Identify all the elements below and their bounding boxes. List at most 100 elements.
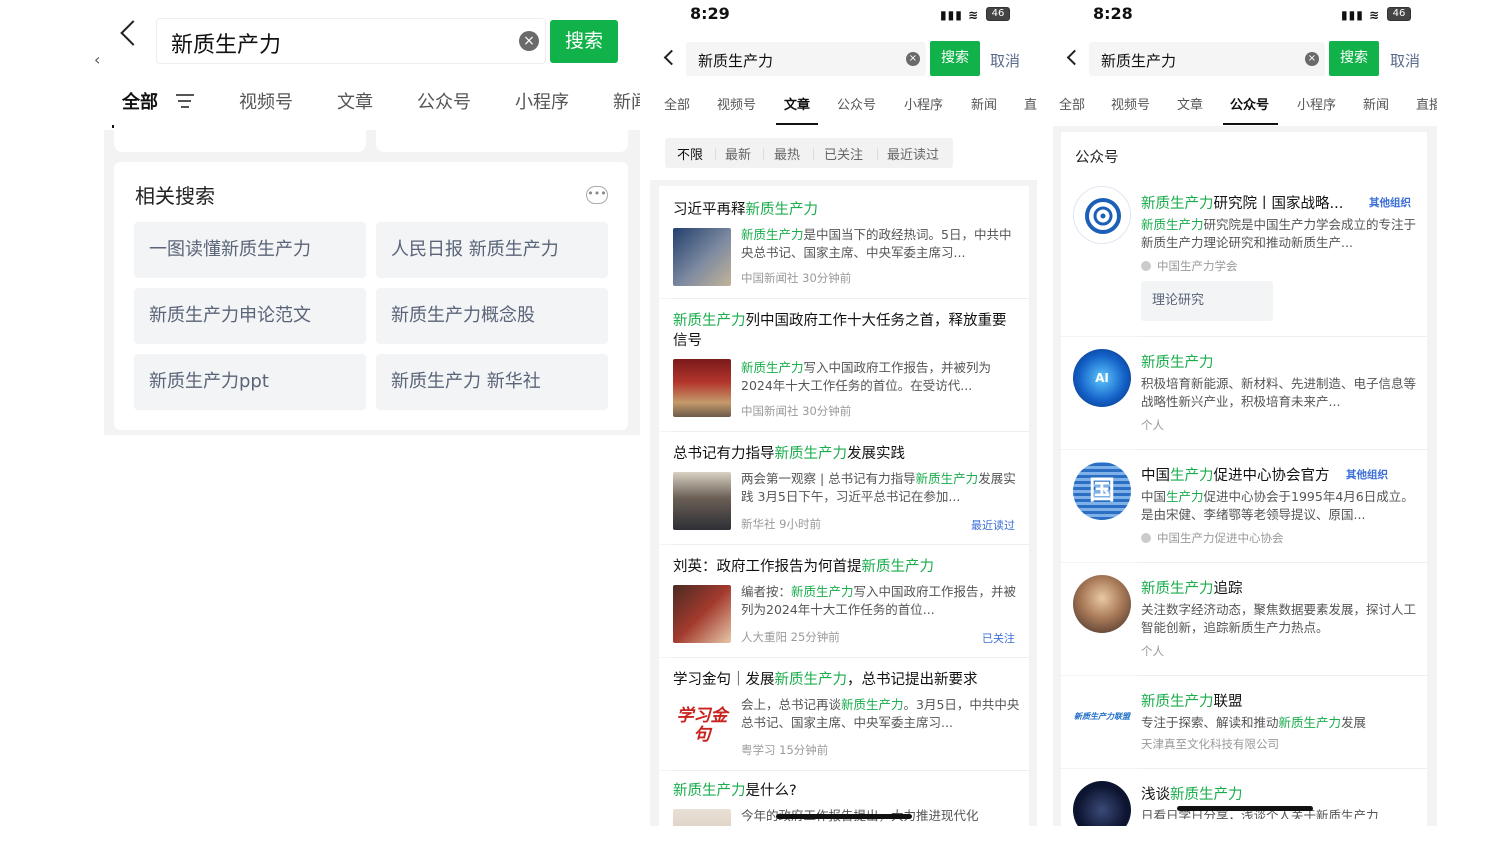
article-title: 新质生产力是什么? (673, 783, 797, 799)
account-avatar (1073, 781, 1131, 826)
signal-icon: ▮▮▮ ≋ (1341, 8, 1381, 22)
swirl-logo-icon (1085, 198, 1121, 234)
search-box[interactable]: 新质生产力 × (1089, 42, 1325, 76)
followed-badge: 已关注 (982, 632, 1015, 645)
active-tab-underline (1223, 123, 1278, 125)
filter-icon[interactable] (176, 94, 194, 108)
account-name: 新质生产力追踪 (1141, 581, 1243, 597)
left-search-panel: ‹ 新质生产力 × 搜索 全部 视频号 文章 公众号 小程序 新闻 相关搜索 •… (94, 0, 640, 440)
filter-bar: 不限 最新 最热 已关注 最近读过 (665, 138, 953, 168)
article-thumbnail (673, 809, 731, 826)
tab-articles[interactable]: 文章 (784, 94, 810, 113)
article-thumbnail: 学习金句 (673, 698, 731, 756)
related-search-item[interactable]: 新质生产力ppt (134, 354, 366, 410)
account-item[interactable]: 新质生产力研究院丨国家战略... 其他组织 新质生产力研究院是中国生产力学会成立… (1061, 176, 1427, 336)
tab-miniprograms[interactable]: 小程序 (1297, 94, 1336, 113)
tab-accounts[interactable]: 公众号 (837, 94, 876, 113)
article-title: 学习金句｜发展新质生产力，总书记提出新要求 (673, 672, 978, 688)
tab-bar: 全部 视频号 文章 公众号 小程序 新闻 直播 (1053, 90, 1437, 126)
tab-live[interactable]: 直播 (1416, 94, 1437, 113)
article-snippet: 两会第一观察 | 总书记有力指导新质生产力发展实践 3月5日下午，习近平总书记在… (741, 471, 1016, 504)
signal-icon: ▮▮▮ ≋ (940, 8, 980, 22)
back-icon[interactable] (1066, 49, 1083, 66)
article-thumbnail (673, 228, 731, 286)
article-snippet: 编者按：新质生产力写入中国政府工作报告，并被列为2024年十大工作任务的首位..… (741, 584, 1017, 617)
tab-all[interactable]: 全部 (122, 88, 158, 114)
search-header: ‹ 新质生产力 × 搜索 (94, 0, 640, 80)
back-icon[interactable] (663, 49, 680, 66)
tab-miniprograms[interactable]: 小程序 (904, 94, 943, 113)
tab-all[interactable]: 全部 (1059, 94, 1085, 113)
search-box[interactable]: 新质生产力 × (156, 18, 546, 64)
tab-articles[interactable]: 文章 (337, 88, 373, 114)
article-item[interactable]: 习近平再释新质生产力 新质生产力是中国当下的政经热词。5日，中共中央总书记、国家… (659, 186, 1029, 298)
tab-channels[interactable]: 视频号 (239, 88, 293, 114)
account-item[interactable]: 国 中国生产力促进中心协会官方 其他组织 中国生产力促进中心协会于1995年4月… (1061, 450, 1427, 562)
filter-separator (877, 148, 878, 160)
account-item[interactable]: AI 新质生产力 积极培育新能源、新材料、先进制造、电子信息等战略性新兴产业，积… (1061, 337, 1427, 449)
article-item[interactable]: 总书记有力指导新质生产力发展实践 两会第一观察 | 总书记有力指导新质生产力发展… (659, 432, 1029, 544)
filter-recent[interactable]: 最近读过 (887, 144, 939, 163)
search-button[interactable]: 搜索 (930, 41, 980, 76)
tag-chip[interactable]: 理论研究 (1141, 281, 1273, 321)
tab-channels[interactable]: 视频号 (1111, 94, 1150, 113)
filter-separator (813, 148, 814, 160)
related-search-item[interactable]: 新质生产力申论范文 (134, 288, 366, 344)
clear-icon[interactable]: × (1305, 52, 1319, 66)
account-item[interactable]: 新质生产力联盟 新质生产力联盟 专注于探索、解读和推动新质生产力发展 天津真至文… (1061, 676, 1427, 768)
tab-accounts[interactable]: 公众号 (417, 88, 471, 114)
account-item[interactable]: 浅谈新质生产力 日看日学日分享，浅谈个人关于新质生产力 (1061, 769, 1427, 826)
account-name: 浅谈新质生产力 (1141, 787, 1243, 803)
ellipsis-icon[interactable]: ••• (586, 186, 608, 204)
search-button[interactable]: 搜索 (550, 20, 618, 63)
battery-icon: 46 (986, 7, 1010, 21)
search-query[interactable]: 新质生产力 (698, 50, 773, 71)
account-meta: 天津真至文化科技有限公司 (1141, 737, 1279, 751)
related-search-item[interactable]: 一图读懂新质生产力 (134, 222, 366, 278)
article-item[interactable]: 新质生产力列中国政府工作十大任务之首，释放重要信号 新质生产力写入中国政府工作报… (659, 299, 1029, 431)
filter-latest[interactable]: 最新 (725, 144, 751, 163)
cancel-button[interactable]: 取消 (1390, 50, 1420, 71)
search-query[interactable]: 新质生产力 (1101, 50, 1176, 71)
tab-miniprograms[interactable]: 小程序 (515, 88, 569, 114)
account-name: 新质生产力 (1141, 355, 1214, 371)
tab-live[interactable]: 直 (1024, 94, 1037, 113)
tab-accounts[interactable]: 公众号 (1230, 94, 1269, 113)
clear-icon[interactable]: × (906, 52, 920, 66)
article-meta: 新华社 9小时前 (741, 517, 821, 531)
results-area: 相关搜索 ••• 一图读懂新质生产力 人民日报 新质生产力 新质生产力申论范文 … (104, 122, 640, 435)
tab-channels[interactable]: 视频号 (717, 94, 756, 113)
search-button[interactable]: 搜索 (1329, 41, 1379, 76)
account-desc: 关注数字经济动态，聚焦数据要素发展，探讨人工智能创新，追踪新质生产力热点。 (1141, 602, 1417, 635)
related-search-item[interactable]: 新质生产力概念股 (376, 288, 608, 344)
tab-news[interactable]: 新闻 (613, 88, 640, 114)
filter-followed[interactable]: 已关注 (824, 144, 863, 163)
tab-articles[interactable]: 文章 (1177, 94, 1203, 113)
back-icon[interactable] (120, 20, 146, 46)
filter-hot[interactable]: 最热 (774, 144, 800, 163)
account-item[interactable]: 新质生产力追踪 关注数字经济动态，聚焦数据要素发展，探讨人工智能创新，追踪新质生… (1061, 563, 1427, 675)
tab-news[interactable]: 新闻 (971, 94, 997, 113)
related-search-item[interactable]: 人民日报 新质生产力 (376, 222, 608, 278)
tab-news[interactable]: 新闻 (1363, 94, 1389, 113)
cancel-button[interactable]: 取消 (990, 50, 1020, 71)
related-search-title: 相关搜索 (135, 184, 215, 208)
account-desc: 中国生产力促进中心协会于1995年4月6日成立。是由宋健、李绪鄂等老领导提议、原… (1141, 489, 1414, 522)
tab-all[interactable]: 全部 (664, 94, 690, 113)
account-avatar: 国 (1073, 462, 1131, 520)
account-results-phone: 8:28 ▮▮▮ ≋ 46 新质生产力 × 搜索 取消 全部 视频号 文章 公众… (1053, 0, 1437, 826)
active-tab-underline (776, 123, 818, 125)
filter-any[interactable]: 不限 (677, 144, 703, 163)
small-back-icon[interactable]: ‹ (94, 50, 100, 69)
search-query[interactable]: 新质生产力 (171, 27, 281, 59)
related-search-item[interactable]: 新质生产力 新华社 (376, 354, 608, 410)
article-item[interactable]: 学习金句｜发展新质生产力，总书记提出新要求 学习金句 会上，总书记再谈新质生产力… (659, 658, 1029, 770)
clear-icon[interactable]: × (519, 31, 539, 51)
article-title: 刘英：政府工作报告为何首提新质生产力 (673, 559, 934, 575)
home-indicator[interactable] (1177, 806, 1313, 811)
home-indicator[interactable] (776, 814, 912, 819)
article-item[interactable]: 刘英：政府工作报告为何首提新质生产力 编者按：新质生产力写入中国政府工作报告，并… (659, 545, 1029, 657)
search-box[interactable]: 新质生产力 × (686, 42, 926, 76)
recently-read-badge: 最近读过 (971, 519, 1015, 532)
tab-bar: 全部 视频号 文章 公众号 小程序 新闻 直 (650, 90, 1037, 126)
